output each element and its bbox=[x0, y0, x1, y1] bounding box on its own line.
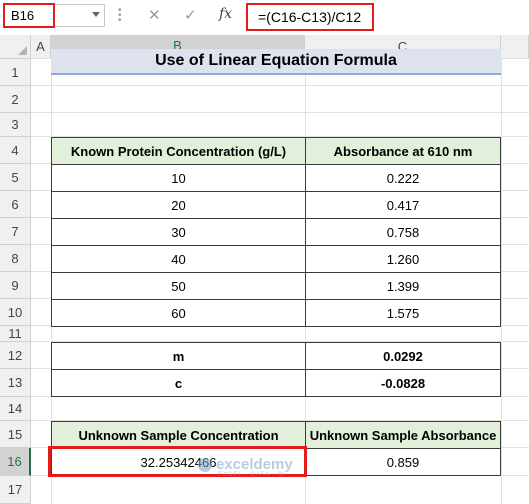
param-label-c[interactable]: c bbox=[51, 369, 306, 397]
param-label-m[interactable]: m bbox=[51, 342, 306, 370]
column-header-d[interactable] bbox=[501, 35, 529, 59]
sheet-title[interactable]: Use of Linear Equation Formula bbox=[51, 49, 501, 75]
row-header-13[interactable]: 13 bbox=[0, 369, 31, 397]
table-cell[interactable]: 0.222 bbox=[305, 164, 501, 192]
column-header-a[interactable]: A bbox=[31, 35, 51, 59]
watermark: exceldemy EXCEL · DATA · BI bbox=[198, 456, 293, 478]
row-header-5[interactable]: 5 bbox=[0, 164, 31, 191]
table-cell[interactable]: 10 bbox=[51, 164, 306, 192]
table-header-concentration[interactable]: Known Protein Concentration (g/L) bbox=[51, 137, 306, 165]
row-header-17[interactable]: 17 bbox=[0, 476, 31, 504]
row-header-7[interactable]: 7 bbox=[0, 218, 31, 245]
row-header-4[interactable]: 4 bbox=[0, 137, 31, 164]
gridline bbox=[501, 59, 502, 504]
table-cell[interactable]: 50 bbox=[51, 272, 306, 300]
row-header-10[interactable]: 10 bbox=[0, 299, 31, 326]
table-cell[interactable]: 1.260 bbox=[305, 245, 501, 273]
row-header-16[interactable]: 16 bbox=[0, 448, 31, 476]
table-cell[interactable]: 0.758 bbox=[305, 218, 501, 246]
select-all-corner[interactable] bbox=[0, 35, 31, 59]
row-header-12[interactable]: 12 bbox=[0, 342, 31, 369]
exceldemy-logo-icon bbox=[198, 457, 212, 472]
row-header-14[interactable]: 14 bbox=[0, 397, 31, 421]
more-options-icon[interactable]: • • • bbox=[118, 6, 122, 26]
result-absorbance-cell[interactable]: 0.859 bbox=[305, 448, 501, 476]
table-cell[interactable]: 0.417 bbox=[305, 191, 501, 219]
watermark-name: exceldemy bbox=[216, 456, 293, 473]
row-header-8[interactable]: 8 bbox=[0, 245, 31, 272]
row-header-6[interactable]: 6 bbox=[0, 191, 31, 218]
gridline bbox=[31, 85, 529, 86]
table-cell[interactable]: 1.399 bbox=[305, 272, 501, 300]
result-header-concentration[interactable]: Unknown Sample Concentration bbox=[51, 421, 306, 449]
table-cell[interactable]: 60 bbox=[51, 299, 306, 327]
enter-check-icon[interactable]: ✓ bbox=[184, 6, 197, 24]
chevron-down-icon[interactable] bbox=[92, 12, 100, 17]
table-cell[interactable]: 1.575 bbox=[305, 299, 501, 327]
row-header-15[interactable]: 15 bbox=[0, 421, 31, 448]
result-header-absorbance[interactable]: Unknown Sample Absorbance bbox=[305, 421, 501, 449]
gridline bbox=[31, 112, 529, 113]
table-cell[interactable]: 40 bbox=[51, 245, 306, 273]
row-header-9[interactable]: 9 bbox=[0, 272, 31, 299]
insert-function-icon[interactable]: fx bbox=[219, 6, 232, 22]
table-header-absorbance[interactable]: Absorbance at 610 nm bbox=[305, 137, 501, 165]
param-value-c[interactable]: -0.0828 bbox=[305, 369, 501, 397]
watermark-tagline: EXCEL · DATA · BI bbox=[218, 472, 286, 478]
formula-bar: B16 • • • ✕ ✓ fx =(C16-C13)/C12 bbox=[0, 0, 529, 36]
table-cell[interactable]: 20 bbox=[51, 191, 306, 219]
cancel-icon[interactable]: ✕ bbox=[148, 6, 161, 24]
row-header-2[interactable]: 2 bbox=[0, 86, 31, 113]
row-header-3[interactable]: 3 bbox=[0, 113, 31, 137]
row-header-1[interactable]: 1 bbox=[0, 59, 31, 86]
param-value-m[interactable]: 0.0292 bbox=[305, 342, 501, 370]
table-cell[interactable]: 30 bbox=[51, 218, 306, 246]
formula-input[interactable]: =(C16-C13)/C12 bbox=[246, 3, 374, 31]
name-box[interactable]: B16 bbox=[3, 3, 55, 28]
row-header-11[interactable]: 11 bbox=[0, 326, 31, 342]
